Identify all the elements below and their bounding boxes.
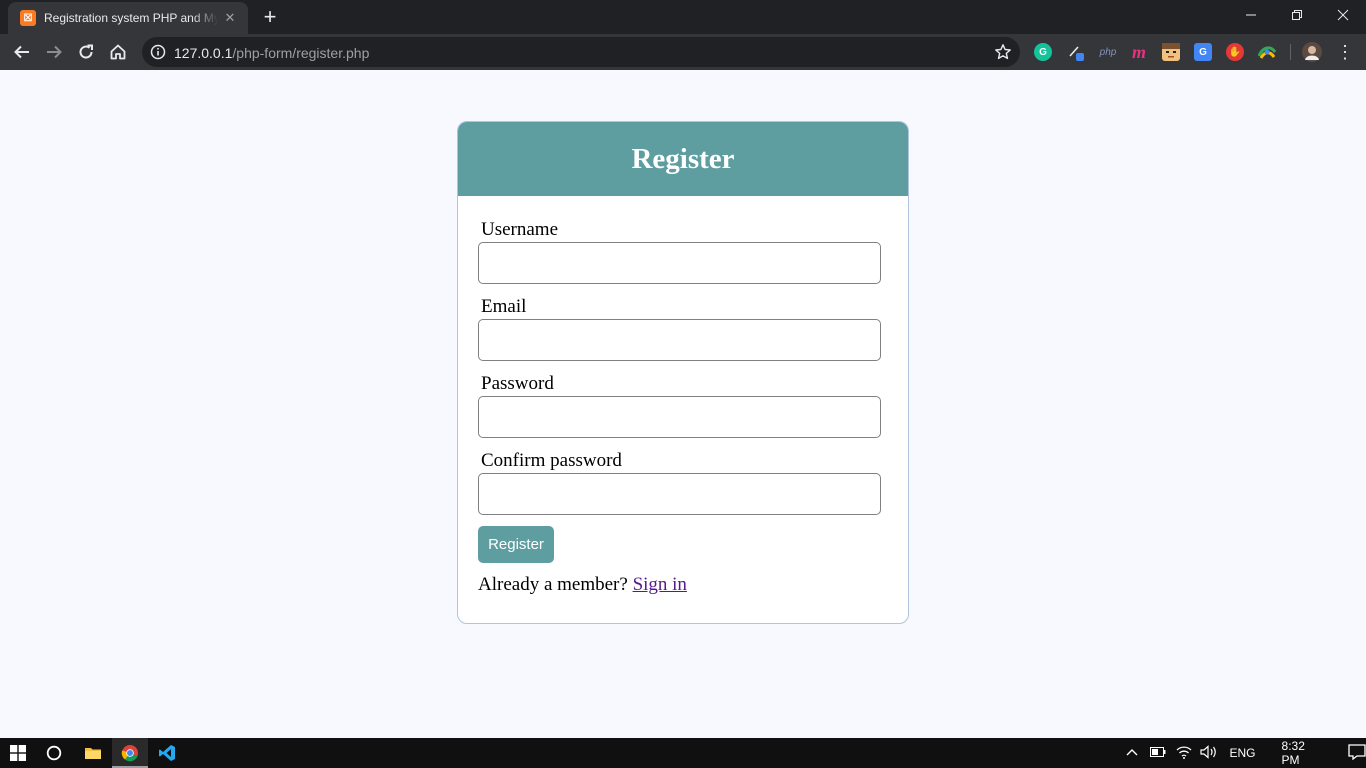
reload-button[interactable]: [74, 40, 98, 64]
sign-in-link[interactable]: Sign in: [633, 574, 687, 595]
email-label: Email: [481, 296, 527, 317]
new-tab-button[interactable]: +: [258, 6, 282, 30]
windows-taskbar: ENG 8:32 PM: [0, 738, 1366, 768]
browser-tab[interactable]: ☒ Registration system PHP and MySQL ✕: [8, 2, 248, 34]
folder-icon: [85, 748, 101, 759]
browser-tab-bar: ☒ Registration system PHP and MySQL ✕ +: [0, 0, 1366, 34]
toolbar-divider: [1290, 44, 1291, 60]
password-input[interactable]: [478, 396, 881, 438]
browser-toolbar: 127.0.0.1/php-form/register.php G php m …: [0, 34, 1366, 70]
php-icon[interactable]: php: [1098, 43, 1118, 61]
window-restore-button[interactable]: [1274, 0, 1320, 30]
already-member-row: Already a member? Sign in: [478, 574, 888, 596]
restore-icon: [1292, 10, 1302, 20]
language-indicator[interactable]: ENG: [1230, 746, 1256, 760]
address-bar[interactable]: 127.0.0.1/php-form/register.php: [142, 37, 1020, 67]
chrome-taskbar-button[interactable]: [112, 738, 148, 768]
face-icon[interactable]: [1162, 43, 1180, 61]
arrow-left-icon: [14, 45, 29, 59]
monday-icon[interactable]: m: [1130, 42, 1148, 62]
search-circle-icon: [46, 745, 62, 761]
site-info-icon[interactable]: [150, 44, 166, 60]
register-card: Register Username Email Password Confirm…: [457, 121, 909, 624]
hand-stop-icon[interactable]: ✋: [1226, 43, 1244, 61]
xampp-favicon-icon: ☒: [20, 10, 36, 26]
reload-icon: [79, 44, 93, 59]
action-center-icon[interactable]: [1348, 743, 1366, 763]
email-input[interactable]: [478, 319, 881, 361]
tab-title: Registration system PHP and MySQL: [44, 11, 218, 25]
minimize-icon: [1246, 14, 1256, 16]
clock[interactable]: 8:32 PM: [1282, 739, 1320, 767]
vscode-icon: [159, 745, 175, 761]
battery-icon[interactable]: [1149, 746, 1166, 760]
password-label: Password: [481, 373, 554, 394]
file-explorer-button[interactable]: [76, 738, 110, 768]
system-tray: ENG 8:32 PM: [1124, 738, 1366, 768]
window-minimize-button[interactable]: [1228, 0, 1274, 30]
grammarly-icon[interactable]: G: [1034, 43, 1052, 61]
translate-icon[interactable]: G: [1194, 43, 1212, 61]
chrome-icon: [121, 745, 138, 762]
window-close-button[interactable]: [1320, 0, 1366, 30]
confirm-password-input[interactable]: [478, 473, 881, 515]
register-button[interactable]: Register: [478, 526, 554, 563]
home-button[interactable]: [106, 40, 130, 64]
home-icon: [110, 44, 126, 60]
username-label: Username: [481, 219, 559, 240]
register-heading: Register: [458, 122, 908, 196]
bookmark-star-icon[interactable]: [994, 43, 1012, 61]
already-member-text: Already a member?: [478, 574, 628, 595]
profile-avatar[interactable]: [1302, 42, 1322, 62]
cortana-button[interactable]: [36, 738, 72, 768]
start-button[interactable]: [0, 738, 36, 768]
windows-logo-icon: [10, 745, 26, 761]
confirm-password-label: Confirm password: [481, 450, 622, 471]
url-host: 127.0.0.1: [174, 45, 233, 61]
forward-button[interactable]: [42, 40, 66, 64]
vscode-taskbar-button[interactable]: [150, 738, 184, 768]
arrow-right-icon: [47, 45, 62, 59]
close-icon: [1337, 9, 1349, 21]
register-form: Username Email Password Confirm password…: [458, 196, 908, 596]
photo-icon[interactable]: [1258, 43, 1276, 61]
pen-icon[interactable]: [1066, 43, 1084, 61]
username-input[interactable]: [478, 242, 881, 284]
back-button[interactable]: [10, 40, 34, 64]
wifi-icon[interactable]: [1176, 745, 1192, 762]
chevron-up-icon[interactable]: [1124, 746, 1140, 760]
tab-close-icon[interactable]: ✕: [222, 10, 238, 26]
url-path: /php-form/register.php: [232, 45, 370, 61]
volume-icon[interactable]: [1199, 744, 1218, 762]
page-viewport: Register Username Email Password Confirm…: [0, 70, 1366, 738]
url-text[interactable]: 127.0.0.1/php-form/register.php: [174, 45, 369, 61]
browser-menu-icon[interactable]: ⋮: [1336, 42, 1354, 62]
